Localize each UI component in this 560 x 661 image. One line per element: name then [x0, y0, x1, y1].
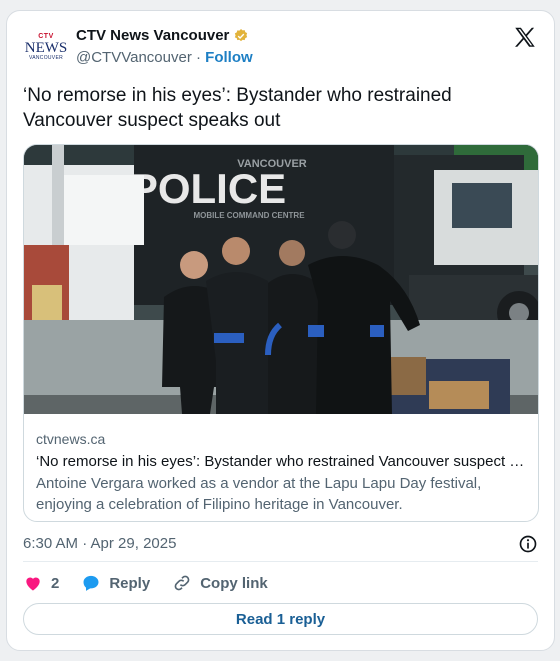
reply-label: Reply — [109, 574, 151, 592]
timestamp-row: 6:30 AM · Apr 29, 2025 — [23, 532, 538, 556]
link-description: Antoine Vergara worked as a vendor at th… — [36, 475, 482, 513]
like-count: 2 — [51, 574, 60, 592]
reply-bubble-icon — [83, 575, 99, 591]
logo-news-text: NEWS — [24, 40, 68, 56]
ctv-news-vancouver-avatar[interactable]: CTV NEWS VANCOUVER — [23, 29, 69, 65]
info-icon[interactable] — [518, 534, 538, 554]
link-icon — [174, 575, 190, 591]
embedded-post-card: CTV NEWS VANCOUVER CTV News Vancouver @C… — [6, 10, 555, 651]
actions-bar: 2 Reply Copy link — [23, 569, 290, 597]
like-button[interactable]: 2 — [23, 573, 59, 593]
reply-button[interactable]: Reply — [81, 573, 150, 593]
link-meta: ctvnews.ca ‘No remorse in his eyes’: Bys… — [36, 430, 528, 515]
account-name-row[interactable]: CTV News Vancouver — [76, 27, 249, 44]
follow-button[interactable]: Follow — [205, 49, 253, 66]
account-handle[interactable]: @CTVVancouver — [76, 49, 192, 66]
heart-icon — [26, 577, 40, 591]
account-display-name[interactable]: CTV News Vancouver — [76, 27, 229, 44]
post-text: ‘No remorse in his eyes’: Bystander who … — [23, 85, 452, 131]
article-link-card[interactable]: VANCOUVER POLICE MOBILE COMMAND CENTRE c… — [23, 144, 539, 522]
post-timestamp[interactable]: 6:30 AM · Apr 29, 2025 — [23, 535, 176, 552]
handle-separator: · — [196, 49, 201, 66]
copy-link-label: Copy link — [200, 574, 268, 592]
photo-sign-bottom-text: MOBILE COMMAND CENTRE — [193, 211, 305, 220]
link-title[interactable]: ‘No remorse in his eyes’: Bystander who … — [36, 451, 528, 473]
verified-badge-icon — [235, 28, 248, 41]
x-logo-icon[interactable] — [512, 25, 538, 51]
actions-divider — [23, 561, 538, 562]
copy-link-button[interactable]: Copy link — [172, 573, 268, 593]
logo-city-text: VANCOUVER — [28, 55, 63, 61]
link-domain: ctvnews.ca — [36, 431, 106, 447]
photo-sign-police-text: POLICE — [130, 165, 286, 212]
read-reply-button[interactable]: Read 1 reply — [23, 603, 538, 635]
post-header: CTV NEWS VANCOUVER CTV News Vancouver @C… — [23, 25, 538, 69]
article-photo[interactable]: VANCOUVER POLICE MOBILE COMMAND CENTRE — [24, 145, 539, 414]
account-handle-row: @CTVVancouver · Follow — [76, 49, 253, 66]
